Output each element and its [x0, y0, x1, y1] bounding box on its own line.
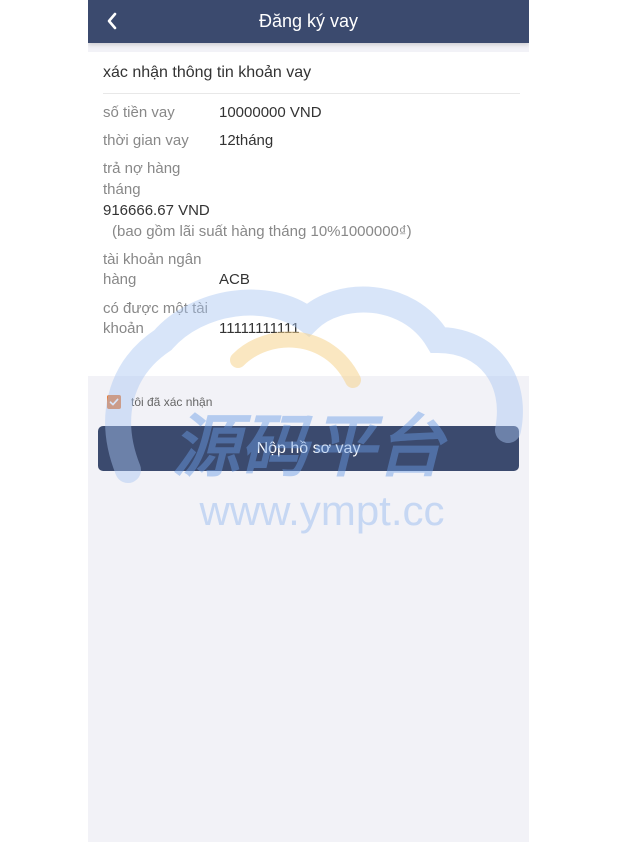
bank-account-label-line2: hàng	[103, 271, 137, 288]
confirm-checkbox[interactable]	[107, 395, 121, 409]
bank-account-label-line1: tài khoản ngân	[103, 251, 202, 268]
account-label-line2: khoản	[103, 320, 144, 337]
checkmark-icon	[109, 398, 119, 406]
loan-term-value: 12tháng	[219, 132, 274, 149]
monthly-payment-label-line1: trả nợ hàng	[103, 160, 181, 177]
interest-note: (bao gồm lãi suất hàng tháng 10%1000000₫…	[112, 223, 412, 240]
monthly-payment-value: 916666.67 VND	[103, 202, 210, 219]
account-label-line1: có được một tài	[103, 300, 208, 317]
page-title: Đăng ký vay	[258, 11, 359, 31]
submit-loan-button[interactable]: Nộp hồ sơ vay	[98, 426, 519, 471]
app-screen: Đăng ký vay xác nhận thông tin khoản vay…	[88, 0, 529, 842]
top-bar: Đăng ký vay	[88, 0, 529, 43]
confirm-label: tôi đã xác nhận	[131, 395, 213, 409]
loan-term-label: thời gian vay	[103, 132, 189, 149]
card-title: xác nhận thông tin khoản vay	[103, 52, 520, 94]
chevron-left-icon	[107, 12, 117, 30]
loan-amount-label: số tiền vay	[103, 104, 175, 121]
back-button[interactable]	[96, 6, 128, 36]
watermark-url-text: www.ympt.cc	[198, 487, 444, 534]
loan-info-card: xác nhận thông tin khoản vay số tiền vay…	[88, 52, 529, 376]
bank-name-value: ACB	[219, 271, 250, 288]
monthly-payment-label-line2: tháng	[103, 181, 141, 198]
confirm-row: tôi đã xác nhận	[107, 393, 212, 411]
loan-amount-value: 10000000 VND	[219, 104, 322, 121]
account-number-value: 11111111111	[219, 320, 300, 337]
